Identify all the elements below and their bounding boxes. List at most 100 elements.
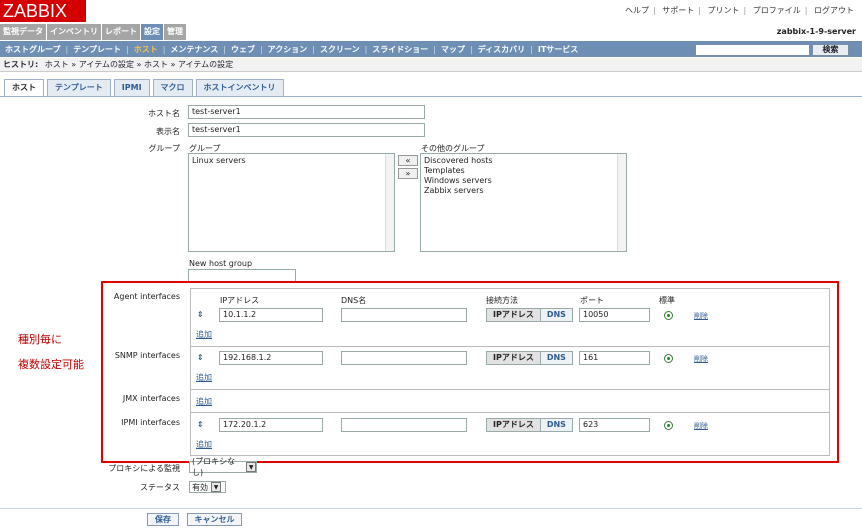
submenu-actions[interactable]: アクション (263, 44, 313, 55)
ipmi-interfaces-label: IPMI interfaces (121, 418, 180, 427)
snmp-add-link[interactable]: 追加 (196, 372, 212, 383)
ipmi-port-input[interactable]: 623 (579, 418, 650, 432)
port-column-header: ポート (580, 296, 604, 305)
display-name-label: 表示名 (156, 127, 180, 136)
submenu-discovery[interactable]: ディスカバリ (473, 44, 530, 55)
tab-macros[interactable]: マクロ (152, 79, 193, 96)
connect-ip-button[interactable]: IPアドレス (487, 309, 541, 321)
submenu-it-services[interactable]: ITサービス (533, 44, 583, 55)
proxy-select[interactable]: (プロキシなし) ▼ (189, 457, 257, 477)
groups-listbox[interactable]: Linux servers (188, 153, 395, 252)
search-button[interactable]: 検索 (812, 44, 849, 56)
list-item[interactable]: Zabbix servers (424, 186, 623, 196)
tab-host[interactable]: ホスト (4, 79, 44, 97)
menu-inventory[interactable]: インベントリ (47, 24, 102, 40)
tab-ipmi[interactable]: IPMI (113, 79, 150, 96)
connect-dns-button[interactable]: DNS (540, 309, 572, 321)
drag-handle-icon[interactable]: ⇕ (197, 353, 204, 362)
history-link-1[interactable]: ホスト (45, 60, 69, 69)
snmp-interfaces-label: SNMP interfaces (114, 351, 180, 360)
jmx-interfaces-label: JMX interfaces (122, 394, 180, 403)
connect-ip-button[interactable]: IPアドレス (487, 352, 541, 364)
ip-column-header: IPアドレス (220, 296, 260, 305)
help-link[interactable]: ヘルプ (623, 6, 651, 15)
submenu-slides[interactable]: スライドショー (367, 44, 433, 55)
history-separator: » (71, 60, 77, 69)
ipmi-dns-input[interactable] (341, 418, 467, 432)
print-link[interactable]: プリント (706, 6, 742, 15)
row-divider (190, 346, 830, 347)
agent-default-radio[interactable] (664, 311, 673, 320)
submenu-hosts[interactable]: ホスト (129, 44, 163, 55)
list-item[interactable]: Discovered hosts (424, 156, 623, 166)
submenu-maps[interactable]: マップ (436, 44, 470, 55)
menu-reports[interactable]: レポート (102, 24, 141, 40)
groups-label: グループ (148, 144, 180, 153)
snmp-dns-input[interactable] (341, 351, 467, 365)
form-tabs: ホスト テンプレート IPMI マクロ ホストインベントリ (4, 79, 287, 97)
proxy-label: プロキシによる監視 (108, 464, 180, 473)
jmx-add-link[interactable]: 追加 (196, 396, 212, 407)
tab-host-inventory[interactable]: ホストインベントリ (195, 79, 284, 96)
menu-configuration[interactable]: 設定 (141, 24, 164, 40)
drag-handle-icon[interactable]: ⇕ (197, 310, 204, 319)
move-right-button[interactable]: » (398, 168, 418, 179)
listbox-scrollbar[interactable] (617, 154, 626, 251)
list-item[interactable]: Linux servers (192, 156, 391, 166)
status-select[interactable]: 有効 ▼ (189, 481, 226, 493)
menu-monitoring[interactable]: 監視データ (0, 24, 47, 40)
history-bar: ヒストリ: ホスト » アイテムの設定 » ホスト » アイテムの設定 (0, 58, 862, 72)
ipmi-delete-link[interactable]: 削除 (694, 421, 708, 431)
agent-dns-input[interactable] (341, 308, 467, 322)
default-column-header: 標準 (659, 296, 675, 305)
status-select-value: 有効 (192, 482, 208, 492)
other-groups-listbox[interactable]: Discovered hosts Templates Windows serve… (420, 153, 627, 252)
top-links: ヘルプ | サポート | プリント | プロファイル | ログアウト (623, 6, 856, 15)
connect-ip-button[interactable]: IPアドレス (487, 419, 541, 431)
ipmi-connect-toggle: IPアドレス DNS (486, 418, 573, 432)
cancel-button[interactable]: キャンセル (187, 513, 242, 526)
submenu-web[interactable]: ウェブ (226, 44, 260, 55)
agent-delete-link[interactable]: 削除 (694, 311, 708, 321)
list-item[interactable]: Windows servers (424, 176, 623, 186)
history-link-2[interactable]: アイテムの設定 (79, 60, 134, 69)
submenu-host-groups[interactable]: ホストグループ (0, 44, 66, 55)
snmp-ip-input[interactable]: 192.168.1.2 (219, 351, 323, 365)
snmp-port-input[interactable]: 161 (579, 351, 650, 365)
drag-handle-icon[interactable]: ⇕ (197, 420, 204, 429)
ipmi-ip-input[interactable]: 172.20.1.2 (219, 418, 323, 432)
annotation-line-2: 複数設定可能 (18, 358, 84, 371)
logout-link[interactable]: ログアウト (812, 6, 856, 15)
snmp-default-radio[interactable] (664, 354, 673, 363)
history-separator: » (170, 60, 176, 69)
tab-divider (0, 96, 862, 97)
move-left-button[interactable]: « (398, 155, 418, 166)
agent-add-link[interactable]: 追加 (196, 329, 212, 340)
snmp-delete-link[interactable]: 削除 (694, 354, 708, 364)
search-input[interactable] (695, 44, 810, 56)
display-name-input[interactable]: test-server1 (188, 123, 425, 137)
agent-ip-input[interactable]: 10.1.1.2 (219, 308, 323, 322)
submenu-screens[interactable]: スクリーン (315, 44, 365, 55)
save-button[interactable]: 保存 (147, 513, 179, 526)
profile-link[interactable]: プロファイル (751, 6, 803, 15)
menu-administration[interactable]: 管理 (164, 24, 187, 40)
row-divider (190, 389, 830, 390)
support-link[interactable]: サポート (660, 6, 696, 15)
list-item[interactable]: Templates (424, 166, 623, 176)
tab-templates[interactable]: テンプレート (47, 79, 111, 96)
host-name-input[interactable]: test-server1 (188, 105, 425, 119)
agent-connect-toggle: IPアドレス DNS (486, 308, 573, 322)
submenu-maintenance[interactable]: メンテナンス (165, 44, 223, 55)
host-name-label: ホスト名 (148, 109, 180, 118)
ipmi-add-link[interactable]: 追加 (196, 439, 212, 450)
connect-dns-button[interactable]: DNS (540, 352, 572, 364)
agent-interfaces-label: Agent interfaces (113, 292, 180, 301)
ipmi-default-radio[interactable] (664, 421, 673, 430)
connect-dns-button[interactable]: DNS (540, 419, 572, 431)
history-link-4[interactable]: アイテムの設定 (178, 60, 233, 69)
listbox-scrollbar[interactable] (385, 154, 394, 251)
agent-port-input[interactable]: 10050 (579, 308, 650, 322)
submenu-templates[interactable]: テンプレート (68, 44, 126, 55)
history-link-3[interactable]: ホスト (144, 60, 168, 69)
